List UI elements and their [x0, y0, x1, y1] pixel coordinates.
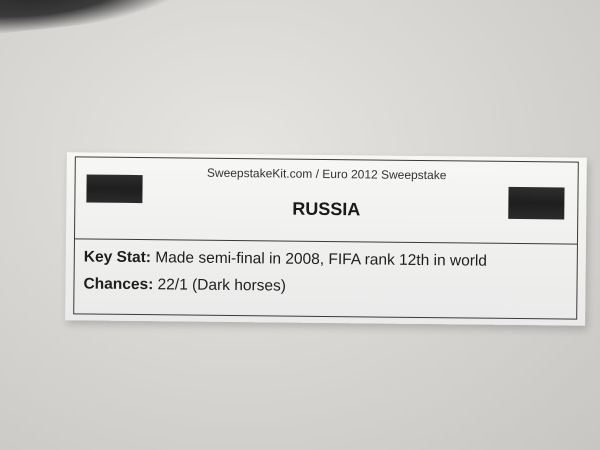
flag-icon-right: [508, 186, 565, 220]
key-stat-label: Key Stat:: [83, 248, 152, 267]
key-stat-value: Made semi-final in 2008, FIFA rank 12th …: [150, 249, 488, 270]
sweepstake-ticket: SweepstakeKit.com / Euro 2012 Sweepstake…: [65, 152, 587, 326]
chances-line: Chances: 22/1 (Dark horses): [83, 275, 286, 295]
team-name: RUSSIA: [292, 198, 361, 220]
dark-object-shadow: [0, 0, 183, 36]
chances-label: Chances:: [83, 275, 154, 294]
flag-icon-left: [86, 174, 143, 204]
chances-value: 22/1 (Dark horses): [153, 276, 287, 295]
